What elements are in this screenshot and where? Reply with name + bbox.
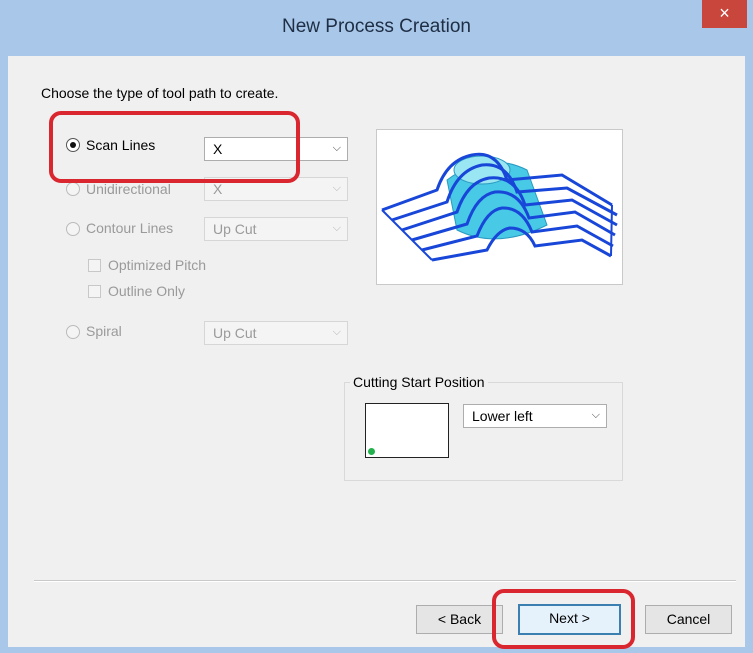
optimized-pitch-label: Optimized Pitch <box>108 257 207 273</box>
contour-lines-radio[interactable] <box>66 222 80 236</box>
contour-cut-value: Up Cut <box>213 221 257 237</box>
window-title: New Process Creation <box>281 16 472 37</box>
close-button[interactable]: × <box>702 0 747 28</box>
close-icon: × <box>719 3 730 23</box>
unidirectional-radio[interactable] <box>66 182 80 196</box>
chevron-down-icon: ⌵ <box>332 142 341 154</box>
cancel-button[interactable]: Cancel <box>645 605 732 634</box>
start-position-select[interactable]: Lower left ⌵ <box>463 404 607 428</box>
start-position-preview <box>365 403 449 458</box>
toolpath-preview <box>376 129 623 285</box>
start-point-marker <box>368 448 375 455</box>
contour-cut-select[interactable]: Up Cut ⌵ <box>204 217 348 241</box>
footer-separator <box>34 580 736 582</box>
spiral-radio[interactable] <box>66 325 80 339</box>
chevron-down-icon: ⌵ <box>332 326 341 338</box>
scan-lines-highlight <box>49 111 300 183</box>
contour-lines-label: Contour Lines <box>86 220 174 236</box>
unidirectional-label: Unidirectional <box>86 181 171 197</box>
unidirectional-direction-value: X <box>213 181 223 197</box>
start-position-value: Lower left <box>472 408 533 424</box>
outline-only-checkbox[interactable] <box>88 285 101 298</box>
outline-only-label: Outline Only <box>108 283 186 299</box>
instruction-text: Choose the type of tool path to create. <box>41 85 279 101</box>
scan-lines-illustration <box>381 152 618 262</box>
spiral-label: Spiral <box>86 323 122 339</box>
chevron-down-icon: ⌵ <box>332 182 341 194</box>
next-button-highlight <box>492 589 635 649</box>
spiral-cut-value: Up Cut <box>213 325 257 341</box>
title-bar: New Process Creation × <box>0 0 753 56</box>
back-button[interactable]: < Back <box>416 605 503 634</box>
optimized-pitch-checkbox[interactable] <box>88 259 101 272</box>
spiral-cut-select[interactable]: Up Cut ⌵ <box>204 321 348 345</box>
chevron-down-icon: ⌵ <box>332 222 341 234</box>
cutting-start-group-label: Cutting Start Position <box>350 374 488 390</box>
chevron-down-icon: ⌵ <box>591 409 600 421</box>
